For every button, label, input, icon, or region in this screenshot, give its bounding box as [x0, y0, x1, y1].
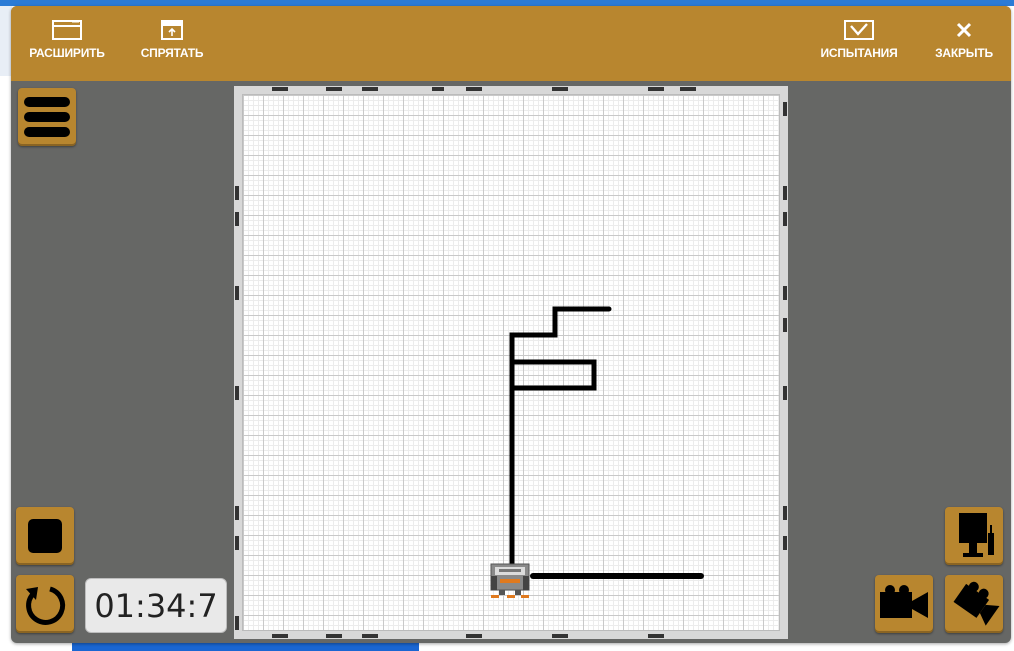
menu-button[interactable] [18, 88, 76, 146]
stop-button[interactable] [16, 507, 74, 565]
top-camera-icon [959, 513, 994, 557]
reset-button[interactable] [16, 575, 74, 633]
grid-field [242, 94, 780, 631]
hamburger-menu-icon [24, 97, 70, 137]
follow-camera-button[interactable] [875, 575, 933, 633]
top-camera-button[interactable] [945, 507, 1003, 565]
tests-button[interactable]: ИСПЫТАНИЯ [817, 6, 901, 81]
close-button[interactable]: ЗАКРЫТЬ [931, 6, 997, 81]
simulator-toolbar: РАСШИРИТЬ СПРЯТАТЬ ИСПЫТАНИЯ ЗАКРЫТЬ [11, 6, 1011, 81]
line-track [509, 306, 704, 579]
robot-icon[interactable] [489, 561, 533, 601]
close-label: ЗАКРЫТЬ [935, 46, 993, 60]
stop-icon [28, 519, 62, 553]
simulator-window: РАСШИРИТЬ СПРЯТАТЬ ИСПЫТАНИЯ ЗАКРЫТЬ 01:… [11, 6, 1011, 643]
window-hide-icon [161, 20, 183, 40]
expand-button[interactable]: РАСШИРИТЬ [27, 6, 107, 81]
tests-label: ИСПЫТАНИЯ [820, 46, 898, 60]
restart-icon [26, 586, 66, 625]
hide-label: СПРЯТАТЬ [140, 46, 204, 60]
simulation-arena [234, 86, 788, 639]
checkbox-icon [844, 20, 874, 40]
free-camera-button[interactable] [945, 575, 1003, 633]
window-expand-icon [52, 20, 82, 40]
close-icon [956, 22, 972, 38]
video-camera-icon [880, 585, 928, 618]
timer-display: 01:34:7 [85, 578, 227, 633]
hide-button[interactable]: СПРЯТАТЬ [137, 6, 207, 81]
expand-label: РАСШИРИТЬ [29, 46, 105, 60]
free-camera-icon [953, 581, 1000, 626]
